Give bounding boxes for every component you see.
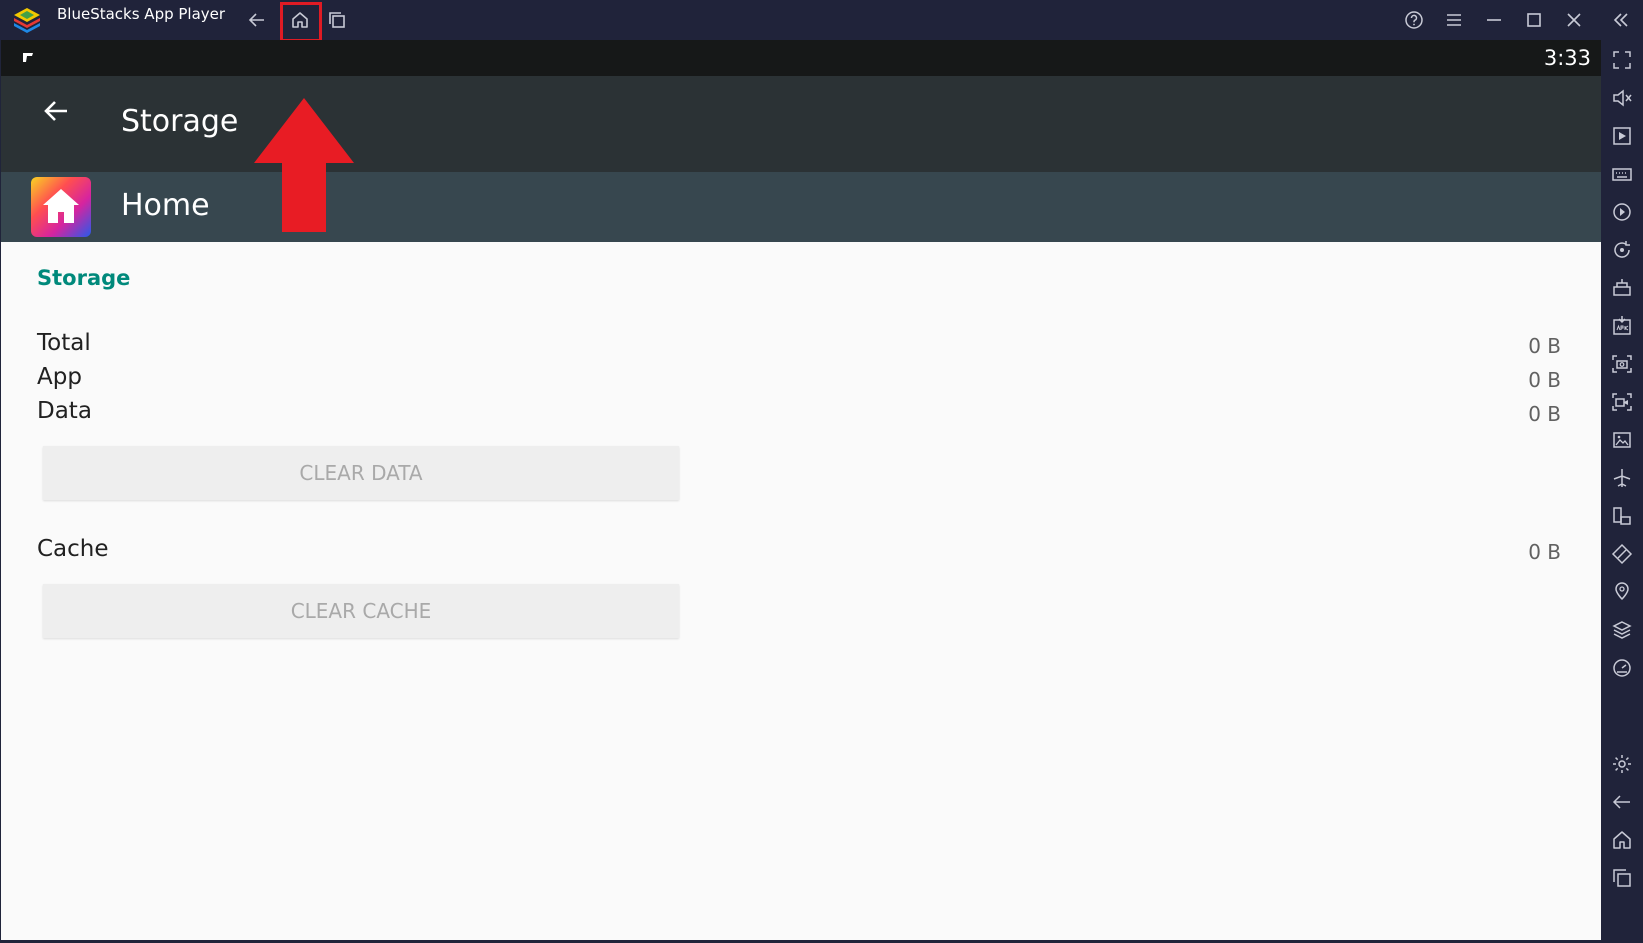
app-name: Home bbox=[121, 188, 210, 223]
right-sidebar bbox=[1601, 40, 1643, 943]
multi-instance-icon[interactable] bbox=[1611, 505, 1633, 527]
cache-value: 0 B bbox=[1528, 540, 1561, 564]
clear-cache-button[interactable]: CLEAR CACHE bbox=[43, 584, 679, 638]
play-store-icon[interactable] bbox=[1611, 125, 1633, 147]
title-bar: BlueStacks App Player bbox=[0, 0, 1643, 42]
app-header: Home bbox=[1, 172, 1601, 242]
annotation-arrow bbox=[254, 98, 354, 233]
app-title: BlueStacks App Player bbox=[57, 5, 226, 23]
rotate-icon[interactable] bbox=[1611, 239, 1633, 261]
screenshot-icon[interactable] bbox=[1611, 353, 1633, 375]
location-icon[interactable] bbox=[1611, 581, 1633, 603]
eco-mode-icon[interactable] bbox=[1611, 543, 1633, 565]
total-value: 0 B bbox=[1528, 334, 1561, 358]
clear-data-button[interactable]: CLEAR DATA bbox=[43, 446, 679, 500]
bluestacks-logo-icon bbox=[12, 6, 42, 34]
volume-icon[interactable] bbox=[1611, 87, 1633, 109]
layers-icon[interactable] bbox=[1611, 619, 1633, 641]
collapse-sidebar-icon[interactable] bbox=[1606, 5, 1636, 35]
record-icon[interactable] bbox=[1611, 391, 1633, 413]
media-folder-icon[interactable] bbox=[1611, 429, 1633, 451]
macro-icon[interactable] bbox=[1611, 201, 1633, 223]
sidebar-recents-icon[interactable] bbox=[1611, 867, 1633, 889]
notification-icon bbox=[21, 50, 35, 66]
data-label: Data bbox=[37, 398, 92, 424]
keyboard-icon[interactable] bbox=[1611, 163, 1633, 185]
menu-icon[interactable] bbox=[1439, 5, 1469, 35]
help-icon[interactable] bbox=[1399, 5, 1429, 35]
airplane-icon[interactable] bbox=[1611, 467, 1633, 489]
storage-content: Storage Total 0 B App 0 B Data 0 B CLEAR… bbox=[1, 242, 1601, 940]
sidebar-home-icon[interactable] bbox=[1611, 829, 1633, 851]
home-app-icon bbox=[31, 177, 91, 237]
recents-icon[interactable] bbox=[322, 5, 352, 35]
back-icon[interactable] bbox=[242, 5, 272, 35]
app-value: 0 B bbox=[1528, 368, 1561, 392]
back-arrow-icon[interactable] bbox=[39, 94, 73, 128]
home-button-highlight bbox=[280, 2, 322, 42]
cache-label: Cache bbox=[37, 536, 109, 562]
maximize-icon[interactable] bbox=[1519, 5, 1549, 35]
status-time: 3:33 bbox=[1543, 46, 1591, 70]
close-icon[interactable] bbox=[1559, 5, 1589, 35]
data-value: 0 B bbox=[1528, 402, 1561, 426]
apk-icon[interactable] bbox=[1611, 315, 1633, 337]
bluestacks-window: BlueStacks App Player 3:33 Storage Home … bbox=[0, 0, 1643, 943]
section-title: Storage bbox=[37, 266, 131, 290]
settings-icon[interactable] bbox=[1611, 753, 1633, 775]
total-label: Total bbox=[37, 330, 91, 356]
app-toolbar: Storage bbox=[1, 76, 1601, 172]
android-screen: 3:33 Storage Home Storage Total 0 B App … bbox=[1, 40, 1601, 940]
minimize-icon[interactable] bbox=[1479, 5, 1509, 35]
fullscreen-icon[interactable] bbox=[1611, 49, 1633, 71]
build-icon[interactable] bbox=[1611, 277, 1633, 299]
status-bar: 3:33 bbox=[1, 40, 1601, 76]
performance-icon[interactable] bbox=[1611, 657, 1633, 679]
sidebar-back-icon[interactable] bbox=[1611, 791, 1633, 813]
app-label: App bbox=[37, 364, 82, 390]
page-title: Storage bbox=[121, 104, 239, 139]
